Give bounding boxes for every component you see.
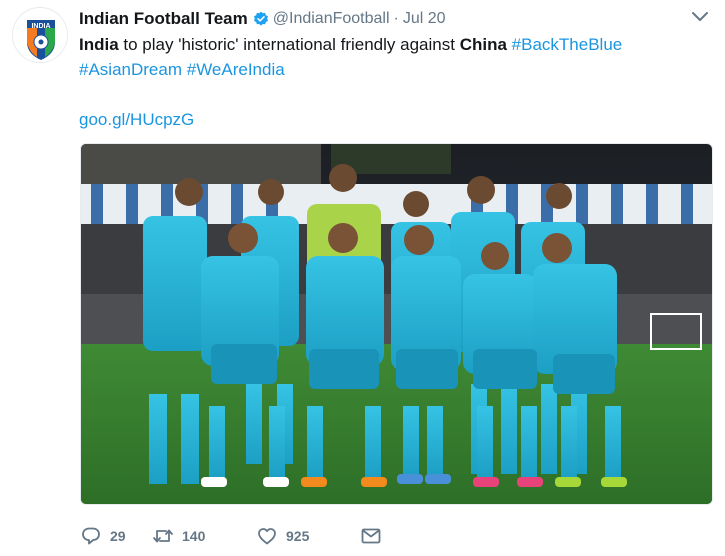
team-photo-image: [81, 144, 712, 504]
timestamp[interactable]: Jul 20: [403, 10, 446, 28]
like-count: 925: [286, 528, 310, 544]
reply-icon: [82, 527, 100, 545]
tweet-link[interactable]: goo.gl/HUcpzG: [79, 107, 194, 132]
text-bold-china: China: [459, 35, 507, 54]
display-name[interactable]: Indian Football Team: [79, 9, 248, 29]
text-bold-india: India: [79, 35, 119, 54]
reply-count: 29: [110, 528, 126, 544]
retweet-button[interactable]: 140: [152, 525, 256, 547]
hashtag-backtheblue[interactable]: #BackTheBlue: [512, 35, 623, 54]
avatar-label: INDIA: [31, 23, 50, 30]
envelope-icon: [361, 528, 381, 544]
separator: ·: [393, 10, 399, 27]
reply-button[interactable]: 29: [80, 525, 152, 547]
hashtag-asiandream[interactable]: #AsianDream: [79, 60, 182, 79]
tweet-header: Indian Football Team @IndianFootball · J…: [79, 8, 446, 30]
tweet-actions: 29 140 925: [80, 522, 414, 550]
retweet-icon: [153, 529, 173, 543]
tweet-text: India to play 'historic' international f…: [79, 32, 679, 82]
verified-badge-icon: [253, 11, 269, 27]
team-photo[interactable]: [80, 143, 713, 505]
handle[interactable]: @IndianFootball: [273, 10, 390, 28]
tweet-card[interactable]: INDIA Indian Football Team @IndianFootba…: [0, 0, 725, 556]
aiff-logo-icon: INDIA: [14, 9, 67, 62]
avatar[interactable]: INDIA: [12, 7, 68, 63]
retweet-count: 140: [182, 528, 206, 544]
direct-message-button[interactable]: [360, 525, 390, 547]
hashtag-weareindia[interactable]: #WeAreIndia: [187, 60, 285, 79]
chevron-down-icon[interactable]: [691, 10, 709, 24]
like-button[interactable]: 925: [256, 525, 360, 547]
text-body: to play 'historic' international friendl…: [118, 35, 460, 54]
heart-icon: [258, 528, 276, 545]
